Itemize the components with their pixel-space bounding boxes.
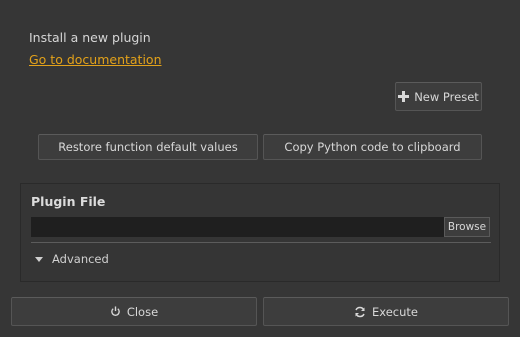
- copy-python-code-button[interactable]: Copy Python code to clipboard: [263, 134, 482, 160]
- dialog-title: Install a new plugin: [29, 30, 151, 45]
- execute-label: Execute: [372, 304, 418, 319]
- documentation-link[interactable]: Go to documentation: [29, 52, 162, 67]
- triangle-down-icon: [35, 256, 43, 262]
- copy-python-code-label: Copy Python code to clipboard: [284, 140, 461, 154]
- plus-icon: [398, 91, 410, 102]
- new-preset-label: New Preset: [414, 89, 479, 104]
- close-label: Close: [126, 304, 159, 319]
- divider: [31, 242, 491, 243]
- plugin-file-label: Plugin File: [31, 194, 106, 209]
- restore-defaults-button[interactable]: Restore function default values: [38, 134, 258, 160]
- new-preset-button[interactable]: New Preset: [395, 82, 482, 111]
- advanced-label: Advanced: [52, 252, 109, 266]
- refresh-icon: [355, 306, 365, 317]
- restore-defaults-label: Restore function default values: [58, 140, 238, 154]
- plugin-file-input[interactable]: [31, 217, 444, 237]
- power-icon: [110, 306, 120, 316]
- close-button[interactable]: Close: [11, 297, 257, 326]
- browse-button[interactable]: Browse: [444, 217, 490, 237]
- advanced-toggle[interactable]: Advanced: [35, 252, 109, 266]
- plugin-file-panel: Plugin File Browse Advanced: [20, 183, 500, 282]
- execute-button[interactable]: Execute: [263, 297, 509, 326]
